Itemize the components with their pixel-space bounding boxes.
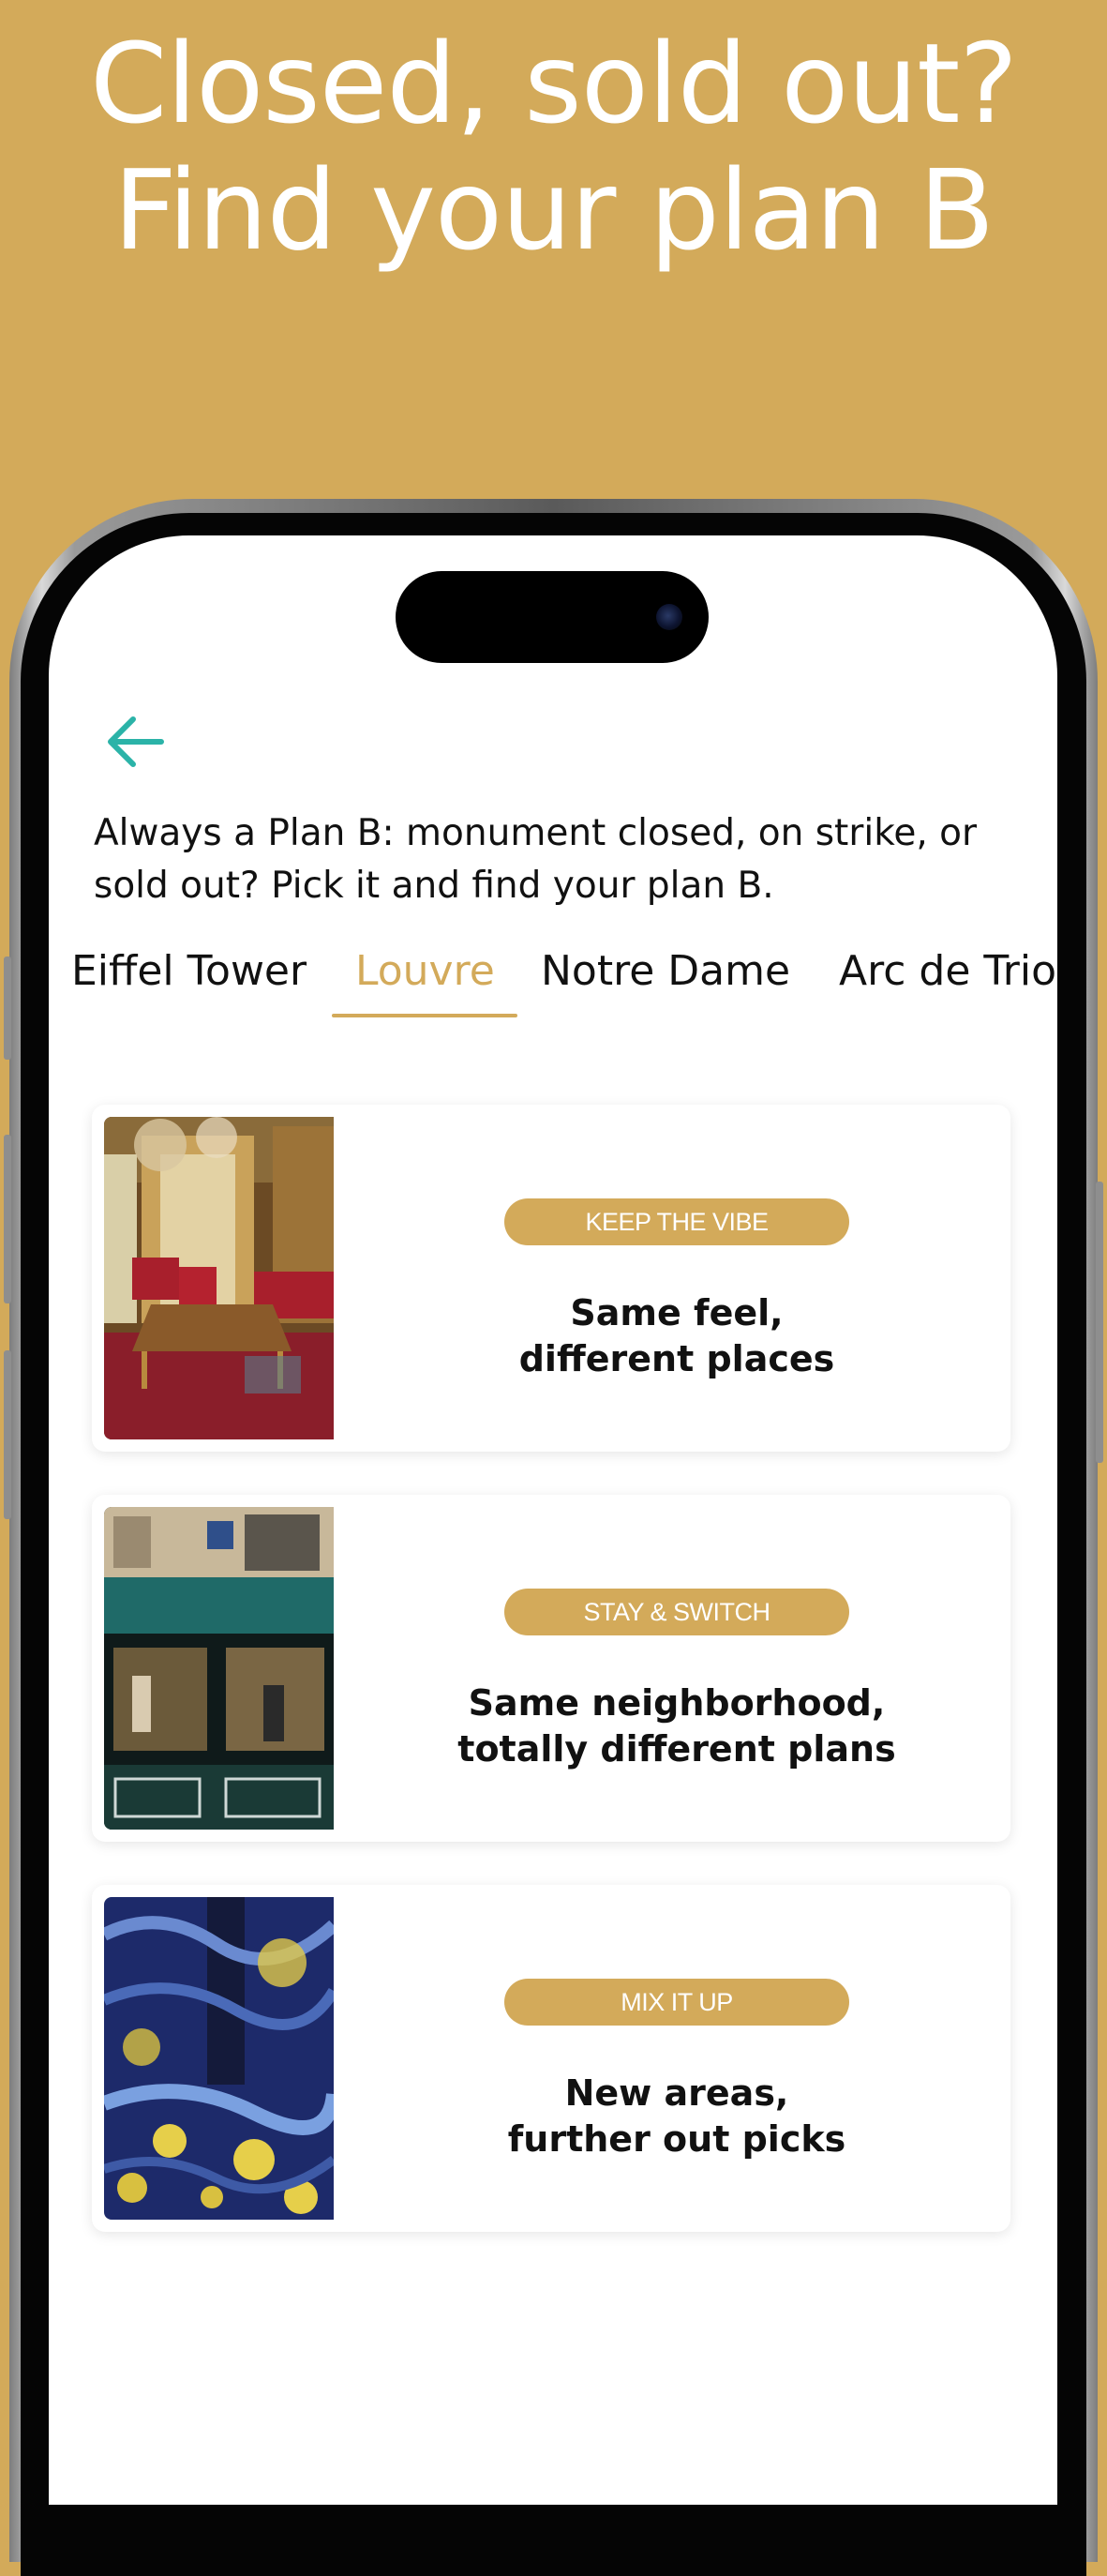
arrow-left-icon	[108, 716, 164, 767]
card-title-line-2: different places	[518, 1338, 835, 1379]
immersive-art-image	[104, 1897, 334, 2220]
intro-text: Always a Plan B: monument closed, on str…	[94, 812, 978, 907]
hero-headline-line-1: Closed, sold out?	[89, 19, 1018, 148]
card-title: Same feel, different places	[401, 1290, 952, 1382]
card-title: Same neighborhood, totally different pla…	[401, 1680, 952, 1772]
plan-b-card-mix-it-up[interactable]: MIX IT UP New areas, further out picks	[92, 1885, 1010, 2232]
phone-side-button	[4, 957, 11, 1060]
back-button[interactable]	[101, 707, 171, 776]
hero-headline: Closed, sold out? Find your plan B	[0, 21, 1107, 274]
category-badge: KEEP THE VIBE	[504, 1198, 849, 1245]
active-tab-indicator	[332, 1014, 517, 1017]
ornate-salon-image	[104, 1117, 334, 1439]
plan-b-card-keep-the-vibe[interactable]: KEEP THE VIBE Same feel, different place…	[92, 1105, 1010, 1452]
card-title-line-1: Same neighborhood,	[468, 1682, 886, 1724]
phone-side-button	[4, 1135, 11, 1303]
phone-side-button	[4, 1350, 11, 1519]
tab-louvre[interactable]: Louvre	[355, 925, 495, 1018]
card-title: New areas, further out picks	[401, 2071, 952, 2162]
tab-arc-de-triomphe[interactable]: Arc de Triomphe	[839, 925, 1057, 1018]
monument-tabs: Eiffel Tower Louvre Notre Dame Arc de Tr…	[49, 925, 1057, 1018]
category-badge: MIX IT UP	[504, 1979, 849, 2026]
card-title-line-2: further out picks	[507, 2118, 846, 2160]
camera-icon	[656, 604, 682, 630]
card-title-line-1: Same feel,	[570, 1292, 784, 1333]
category-badge: STAY & SWITCH	[504, 1589, 849, 1635]
phone-power-button	[1096, 1182, 1103, 1463]
plan-b-card-stay-and-switch[interactable]: STAY & SWITCH Same neighborhood, totally…	[92, 1495, 1010, 1842]
phone-screen: Always a Plan B: monument closed, on str…	[49, 535, 1057, 2505]
storefront-image	[104, 1507, 334, 1830]
dynamic-island	[396, 571, 709, 663]
tab-eiffel-tower[interactable]: Eiffel Tower	[71, 925, 307, 1018]
card-title-line-1: New areas,	[564, 2072, 789, 2114]
tab-notre-dame[interactable]: Notre Dame	[541, 925, 790, 1018]
hero-headline-line-2: Find your plan B	[112, 145, 995, 275]
card-title-line-2: totally different plans	[457, 1728, 896, 1770]
